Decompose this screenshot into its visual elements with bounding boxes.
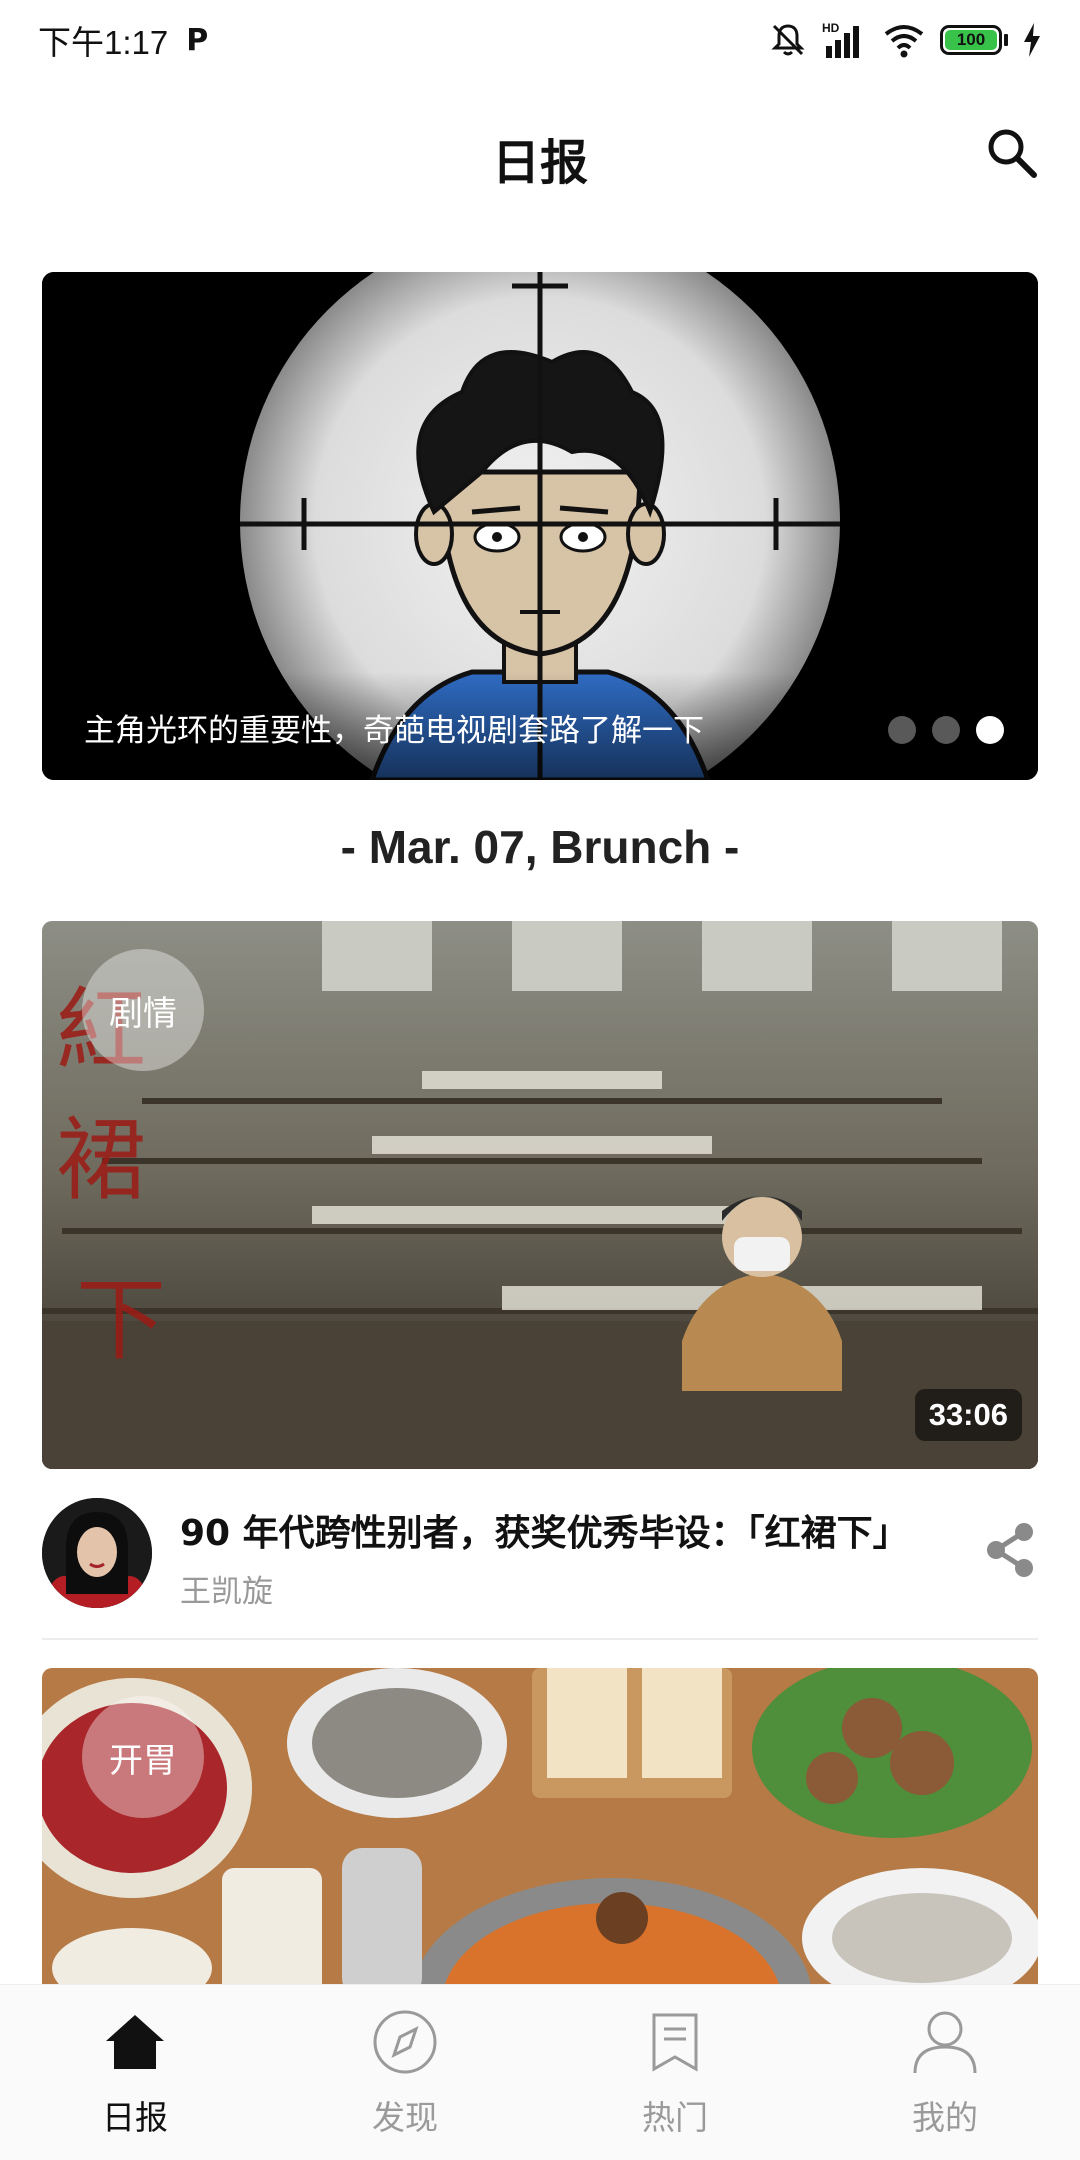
top-header: 日报 bbox=[0, 105, 1080, 205]
card-divider bbox=[42, 1638, 1038, 1640]
video-thumbnail[interactable]: 开胃 bbox=[42, 1668, 1038, 1998]
status-time: 下午1:17 bbox=[38, 24, 169, 61]
pagination-dot-active[interactable] bbox=[976, 716, 1004, 744]
signal-icon: HD bbox=[822, 21, 859, 58]
parking-notification-icon: P bbox=[186, 22, 209, 58]
author-avatar[interactable] bbox=[42, 1498, 152, 1608]
category-tag[interactable]: 开胃 bbox=[82, 1696, 204, 1818]
svg-text:裙: 裙 bbox=[56, 1108, 146, 1213]
person-icon bbox=[910, 2007, 980, 2077]
video-thumbnail[interactable]: 紅 裙 下 剧情 33:06 bbox=[42, 921, 1038, 1469]
pagination-dot[interactable] bbox=[932, 716, 960, 744]
video-title[interactable]: 90 年代跨性别者，获奖优秀毕设：「红裙下」 bbox=[180, 1504, 909, 1556]
mute-icon bbox=[771, 24, 805, 56]
status-icons: HD 100 bbox=[768, 20, 1042, 60]
nav-item-hot[interactable]: 热门 bbox=[540, 1985, 810, 2160]
nav-item-daily[interactable]: 日报 bbox=[0, 1985, 270, 2160]
battery-level: 100 bbox=[945, 30, 997, 50]
home-icon bbox=[100, 2007, 170, 2077]
bottom-navigation: 日报 发现 热门 我的 bbox=[0, 1984, 1080, 2160]
video-card-meta: 90 年代跨性别者，获奖优秀毕设：「红裙下」 王凯旋 bbox=[42, 1498, 1038, 1610]
compass-icon bbox=[370, 2007, 440, 2077]
battery-indicator: 100 bbox=[940, 25, 1008, 55]
status-bar: 下午1:17 P HD 100 bbox=[0, 0, 1080, 80]
pagination-dot[interactable] bbox=[888, 716, 916, 744]
video-author[interactable]: 王凯旋 bbox=[180, 1566, 273, 1611]
svg-text:下: 下 bbox=[76, 1268, 166, 1373]
nav-label: 我的 bbox=[912, 2098, 978, 2137]
bookmark-icon bbox=[640, 2007, 710, 2077]
wifi-icon bbox=[884, 25, 924, 58]
section-date-header: - Mar. 07, Brunch - bbox=[340, 821, 740, 873]
nav-item-discover[interactable]: 发现 bbox=[270, 1985, 540, 2160]
nav-label: 热门 bbox=[642, 2098, 708, 2137]
banner-pagination bbox=[888, 716, 1004, 744]
nav-label: 日报 bbox=[102, 2098, 168, 2137]
banner-caption: 主角光环的重要性，奇葩电视剧套路了解一下 bbox=[84, 713, 704, 749]
search-button[interactable] bbox=[982, 123, 1042, 183]
share-icon bbox=[987, 1523, 1033, 1577]
nav-label: 发现 bbox=[372, 2098, 438, 2137]
featured-banner[interactable]: 主角光环的重要性，奇葩电视剧套路了解一下 bbox=[42, 272, 1038, 780]
nav-item-profile[interactable]: 我的 bbox=[810, 1985, 1080, 2160]
charging-icon bbox=[1024, 23, 1040, 57]
share-button[interactable] bbox=[982, 1520, 1038, 1580]
search-icon bbox=[988, 129, 1037, 178]
category-tag[interactable]: 剧情 bbox=[82, 949, 204, 1071]
avatar-image bbox=[42, 1498, 152, 1608]
page-title: 日报 bbox=[491, 135, 588, 191]
hotpot-food-image bbox=[42, 1668, 1038, 1998]
network-label: HD bbox=[822, 21, 840, 35]
video-duration: 33:06 bbox=[914, 1389, 1022, 1441]
